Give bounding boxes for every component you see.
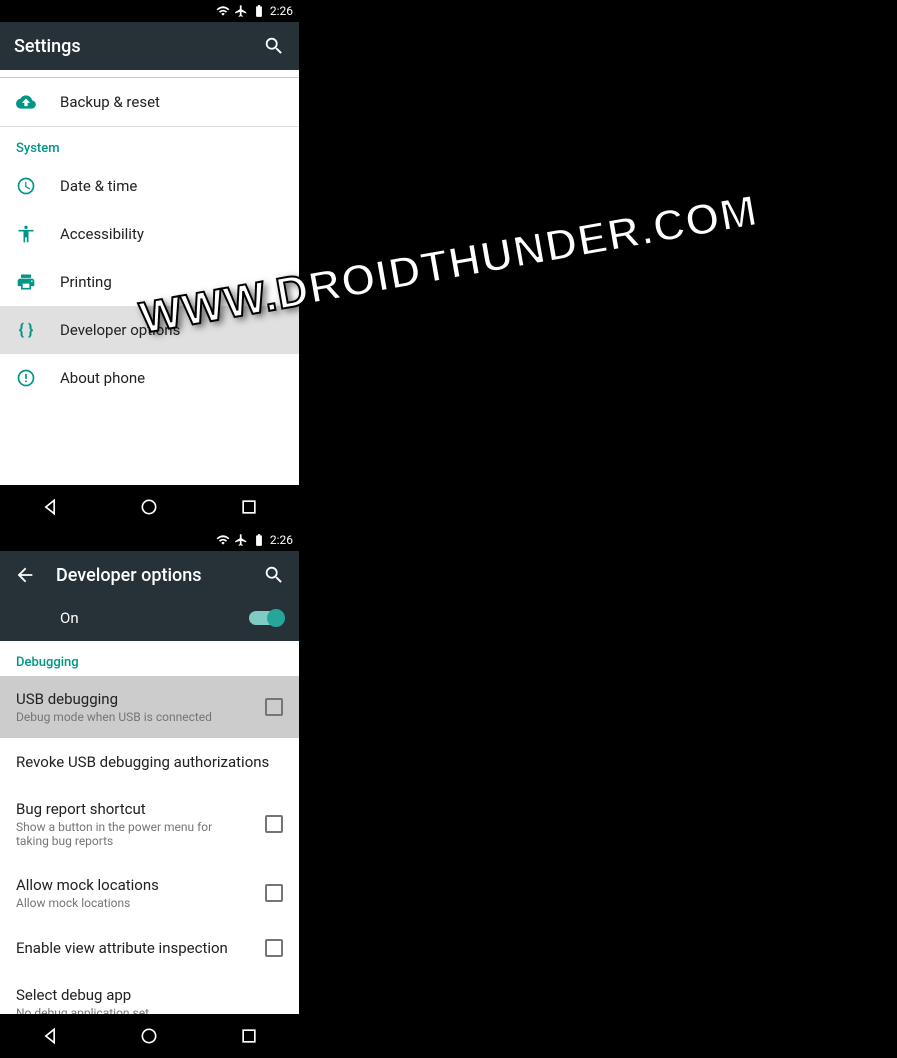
- page-title: Settings: [14, 36, 243, 57]
- cloud-icon: [16, 92, 36, 112]
- section-system: System: [0, 127, 299, 162]
- row-date-time[interactable]: Date & time: [0, 162, 299, 210]
- screenshot-dev-options: 2:26 Developer options On Debugging USB …: [0, 529, 299, 1058]
- checkbox[interactable]: [265, 939, 283, 957]
- row-sublabel: No debug application set: [16, 1006, 283, 1014]
- master-toggle-row[interactable]: On: [0, 599, 299, 641]
- row-label: Backup & reset: [60, 93, 283, 111]
- nav-back-icon[interactable]: [40, 497, 60, 517]
- row-sublabel: Allow mock locations: [16, 896, 241, 910]
- nav-home-icon[interactable]: [139, 1026, 159, 1046]
- row-developer-options[interactable]: { } Developer options: [0, 306, 299, 354]
- clock-icon: [16, 176, 36, 196]
- nav-bar: [0, 485, 299, 529]
- status-bar: 2:26: [0, 529, 299, 551]
- row-printing[interactable]: Printing: [0, 258, 299, 306]
- status-time: 2:26: [270, 4, 293, 18]
- row-mock-locations[interactable]: Allow mock locations Allow mock location…: [0, 862, 299, 924]
- row-select-debug-app[interactable]: Select debug app No debug application se…: [0, 972, 299, 1014]
- checkbox[interactable]: [265, 884, 283, 902]
- status-time: 2:26: [270, 533, 293, 547]
- page-title: Developer options: [56, 565, 243, 586]
- search-icon[interactable]: [263, 35, 285, 57]
- back-arrow-icon[interactable]: [14, 564, 36, 586]
- row-label: Printing: [60, 273, 283, 291]
- row-backup-reset[interactable]: Backup & reset: [0, 78, 299, 126]
- row-accessibility[interactable]: Accessibility: [0, 210, 299, 258]
- row-label: Select debug app: [16, 986, 283, 1004]
- row-bug-report[interactable]: Bug report shortcut Show a button in the…: [0, 786, 299, 862]
- row-label: Developer options: [60, 321, 283, 339]
- settings-list: Backup & reset System Date & time Access…: [0, 78, 299, 485]
- row-label: Allow mock locations: [16, 876, 241, 894]
- status-bar: 2:26: [0, 0, 299, 22]
- toggle-switch[interactable]: [249, 611, 283, 625]
- row-revoke-auth[interactable]: Revoke USB debugging authorizations: [0, 738, 299, 786]
- toggle-label: On: [60, 609, 249, 627]
- app-bar: Developer options: [0, 551, 299, 599]
- row-label: Accessibility: [60, 225, 283, 243]
- wifi-icon: [216, 4, 230, 18]
- accessibility-icon: [16, 224, 36, 244]
- dev-options-list: Debugging USB debugging Debug mode when …: [0, 641, 299, 1014]
- row-label: Date & time: [60, 177, 283, 195]
- battery-icon: [252, 533, 266, 547]
- checkbox[interactable]: [265, 698, 283, 716]
- screenshot-settings: 2:26 Settings Backup & reset System Date…: [0, 0, 299, 529]
- row-label: USB debugging: [16, 690, 241, 708]
- battery-icon: [252, 4, 266, 18]
- row-sublabel: Debug mode when USB is connected: [16, 710, 241, 724]
- wifi-icon: [216, 533, 230, 547]
- airplane-icon: [234, 533, 248, 547]
- nav-recent-icon[interactable]: [239, 1026, 259, 1046]
- row-label: About phone: [60, 369, 283, 387]
- app-bar: Settings: [0, 22, 299, 70]
- nav-home-icon[interactable]: [139, 497, 159, 517]
- braces-icon: { }: [16, 320, 36, 340]
- row-label: Revoke USB debugging authorizations: [16, 753, 283, 771]
- search-icon[interactable]: [263, 564, 285, 586]
- row-label: Enable view attribute inspection: [16, 939, 241, 957]
- nav-back-icon[interactable]: [40, 1026, 60, 1046]
- nav-bar: [0, 1014, 299, 1058]
- print-icon: [16, 272, 36, 292]
- airplane-icon: [234, 4, 248, 18]
- section-debugging: Debugging: [0, 641, 299, 676]
- info-icon: [16, 368, 36, 388]
- row-about-phone[interactable]: About phone: [0, 354, 299, 402]
- row-view-inspection[interactable]: Enable view attribute inspection: [0, 924, 299, 972]
- row-usb-debugging[interactable]: USB debugging Debug mode when USB is con…: [0, 676, 299, 738]
- row-sublabel: Show a button in the power menu for taki…: [16, 820, 241, 848]
- row-label: Bug report shortcut: [16, 800, 241, 818]
- checkbox[interactable]: [265, 815, 283, 833]
- nav-recent-icon[interactable]: [239, 497, 259, 517]
